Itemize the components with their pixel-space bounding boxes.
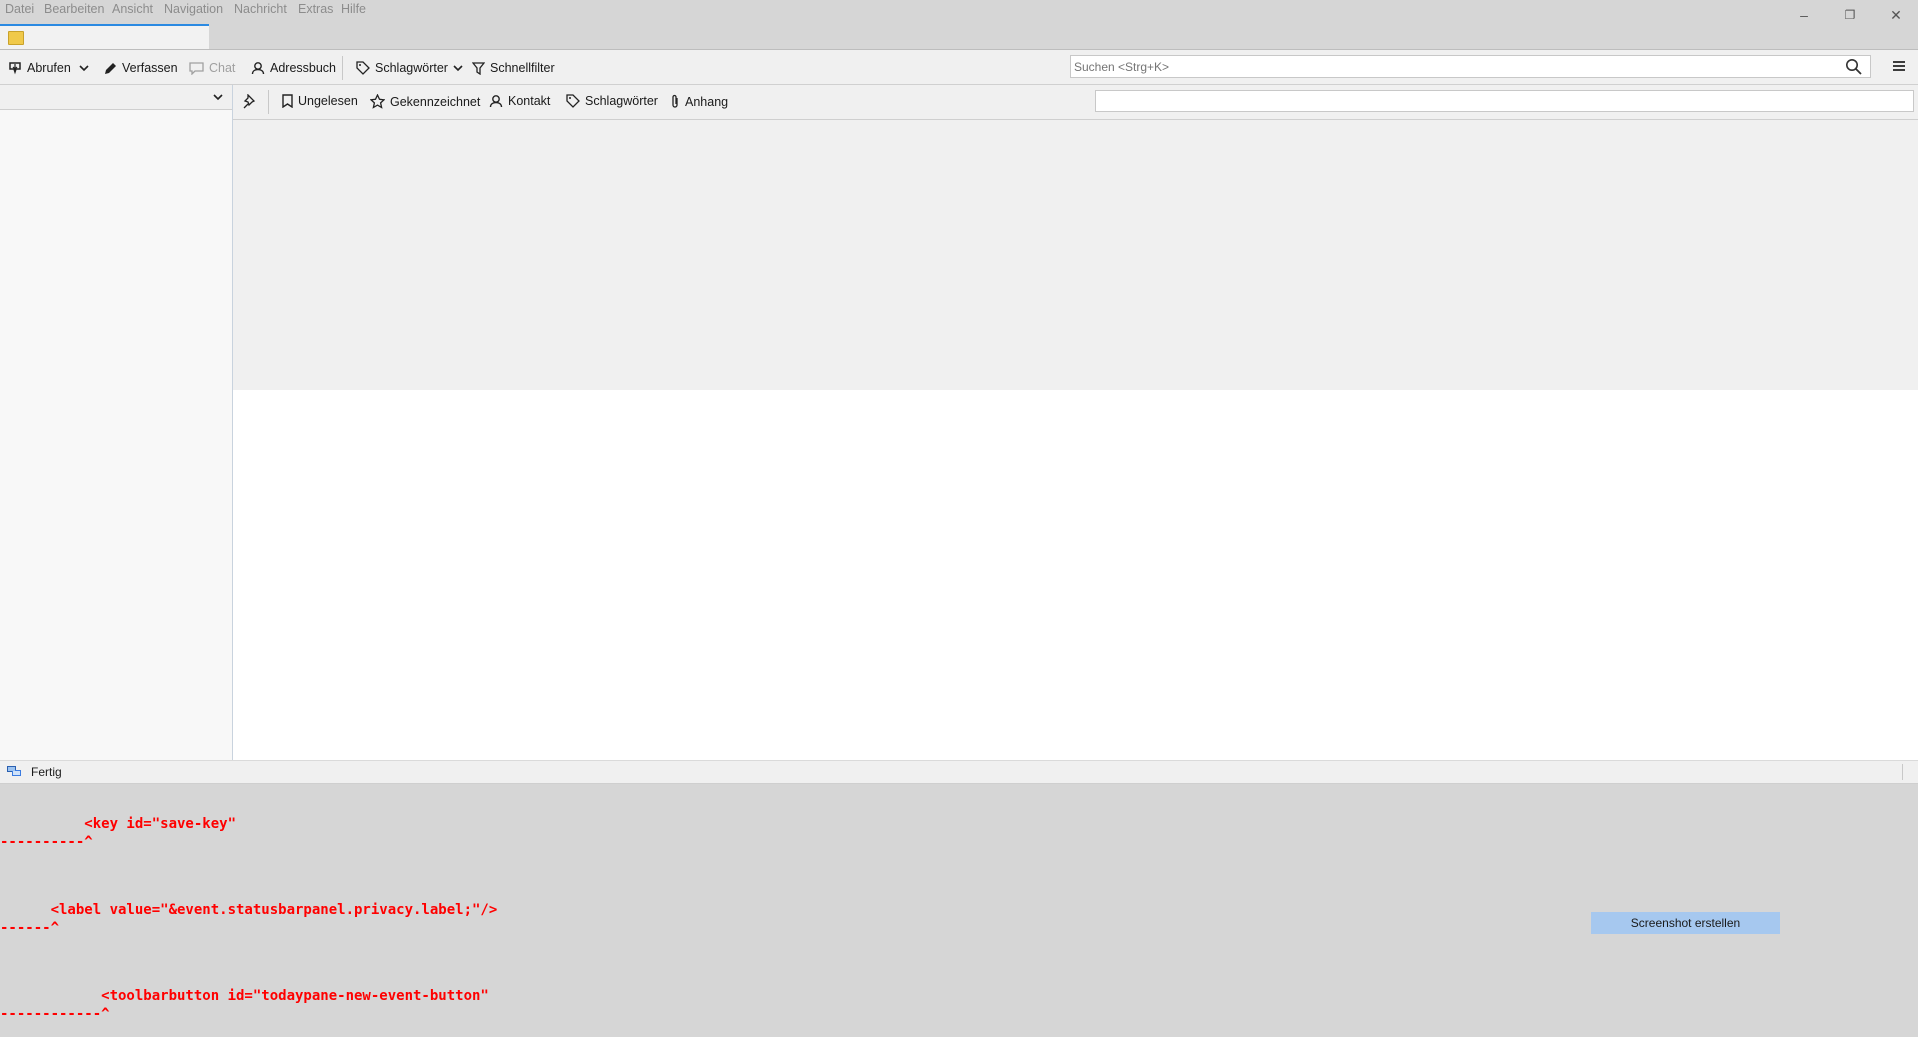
thread-pane[interactable] bbox=[233, 120, 1918, 390]
filter-unread-label: Ungelesen bbox=[298, 94, 358, 108]
filter-starred-button[interactable]: Gekennzeichnet bbox=[370, 94, 480, 109]
contact-icon bbox=[489, 94, 503, 108]
error-line-1: <key id="save-key" bbox=[0, 816, 237, 832]
error-marker-2: ------^ bbox=[0, 920, 60, 936]
filter-contact-label: Kontakt bbox=[508, 94, 551, 108]
tag-icon bbox=[356, 61, 370, 75]
filter-attachment-label: Anhang bbox=[685, 94, 729, 109]
pencil-icon bbox=[104, 62, 117, 75]
quick-filter-separator bbox=[268, 90, 269, 114]
contact-icon bbox=[251, 61, 265, 75]
search-field[interactable] bbox=[1070, 55, 1871, 78]
menu-nachricht[interactable]: Nachricht bbox=[234, 2, 287, 16]
quick-filter-label: Schnellfilter bbox=[490, 61, 555, 75]
chevron-down-icon bbox=[79, 63, 89, 73]
quick-filter-input[interactable] bbox=[1095, 90, 1914, 112]
chat-icon bbox=[189, 61, 204, 75]
chevron-down-icon bbox=[453, 63, 463, 73]
menu-extras[interactable]: Extras bbox=[298, 2, 333, 16]
close-window-button[interactable]: ✕ bbox=[1881, 4, 1911, 26]
quick-filter-bar: Ungelesen Gekennzeichnet Kontakt Schlagw… bbox=[233, 85, 1918, 120]
screenshot-button[interactable]: Screenshot erstellen bbox=[1591, 912, 1780, 934]
address-book-label: Adressbuch bbox=[270, 61, 337, 75]
get-messages-label: Abrufen bbox=[27, 61, 71, 75]
pin-icon bbox=[243, 94, 258, 109]
status-bar: Fertig bbox=[0, 760, 1918, 784]
error-marker-3: ------------^ bbox=[0, 1006, 110, 1022]
write-label: Verfassen bbox=[122, 61, 178, 75]
filter-tags-label: Schlagwörter bbox=[585, 94, 658, 108]
filter-icon bbox=[472, 61, 485, 75]
quick-filter-button[interactable]: Schnellfilter bbox=[472, 59, 555, 77]
menu-datei[interactable]: Datei bbox=[5, 2, 34, 16]
folder-pane-header[interactable] bbox=[0, 85, 232, 110]
online-status-icon[interactable] bbox=[6, 765, 22, 778]
get-messages-dropdown[interactable] bbox=[79, 59, 89, 77]
close-icon: ✕ bbox=[1890, 7, 1902, 23]
status-text: Fertig bbox=[31, 765, 62, 779]
folder-icon bbox=[8, 31, 24, 45]
tab-strip bbox=[0, 24, 1918, 50]
filter-starred-label: Gekennzeichnet bbox=[390, 94, 481, 109]
tags-label: Schlagwörter bbox=[375, 61, 448, 75]
chat-label: Chat bbox=[209, 61, 236, 75]
main-toolbar: Abrufen Verfassen Chat Adressbuch Schlag… bbox=[0, 50, 1918, 85]
restore-icon: ❐ bbox=[1844, 8, 1856, 22]
filter-unread-button[interactable]: Ungelesen bbox=[282, 94, 358, 108]
bookmark-icon bbox=[282, 94, 293, 108]
restore-button[interactable]: ❐ bbox=[1835, 4, 1865, 26]
menubar: Datei Bearbeiten Ansicht Navigation Nach… bbox=[0, 0, 1918, 24]
star-icon bbox=[370, 94, 385, 109]
paperclip-icon bbox=[670, 94, 680, 109]
sticky-filter-button[interactable] bbox=[243, 94, 258, 109]
write-button[interactable]: Verfassen bbox=[104, 59, 178, 77]
address-book-button[interactable]: Adressbuch bbox=[251, 59, 336, 77]
chevron-down-icon bbox=[213, 92, 223, 102]
minimize-button[interactable]: – bbox=[1789, 4, 1819, 26]
folder-pane bbox=[0, 85, 233, 760]
status-bar-divider bbox=[1902, 764, 1903, 780]
error-line-3: <toolbarbutton id="todaypane-new-event-b… bbox=[0, 988, 489, 1004]
tags-button[interactable]: Schlagwörter bbox=[356, 59, 463, 77]
get-messages-button[interactable]: Abrufen bbox=[8, 59, 71, 77]
chat-button[interactable]: Chat bbox=[189, 59, 235, 77]
search-input[interactable] bbox=[1074, 58, 1834, 75]
app-menu-button[interactable] bbox=[1892, 59, 1906, 73]
menu-navigation[interactable]: Navigation bbox=[164, 2, 223, 16]
message-pane[interactable] bbox=[233, 390, 1918, 760]
hamburger-icon bbox=[1892, 59, 1906, 73]
folder-tree[interactable] bbox=[0, 110, 232, 760]
tag-icon bbox=[566, 94, 580, 108]
error-marker-1: ----------^ bbox=[0, 834, 93, 850]
menu-ansicht[interactable]: Ansicht bbox=[112, 2, 153, 16]
download-icon bbox=[8, 61, 22, 75]
tab-mail[interactable] bbox=[0, 24, 209, 49]
filter-attachment-button[interactable]: Anhang bbox=[670, 94, 728, 109]
minimize-icon: – bbox=[1800, 7, 1808, 23]
filter-tags-button[interactable]: Schlagwörter bbox=[566, 94, 658, 108]
menu-bearbeiten[interactable]: Bearbeiten bbox=[44, 2, 104, 16]
error-line-2: <label value="&event.statusbarpanel.priv… bbox=[0, 902, 498, 918]
menu-hilfe[interactable]: Hilfe bbox=[341, 2, 366, 16]
filter-contact-button[interactable]: Kontakt bbox=[489, 94, 550, 108]
search-icon[interactable] bbox=[1845, 58, 1862, 75]
toolbar-separator bbox=[342, 56, 343, 80]
